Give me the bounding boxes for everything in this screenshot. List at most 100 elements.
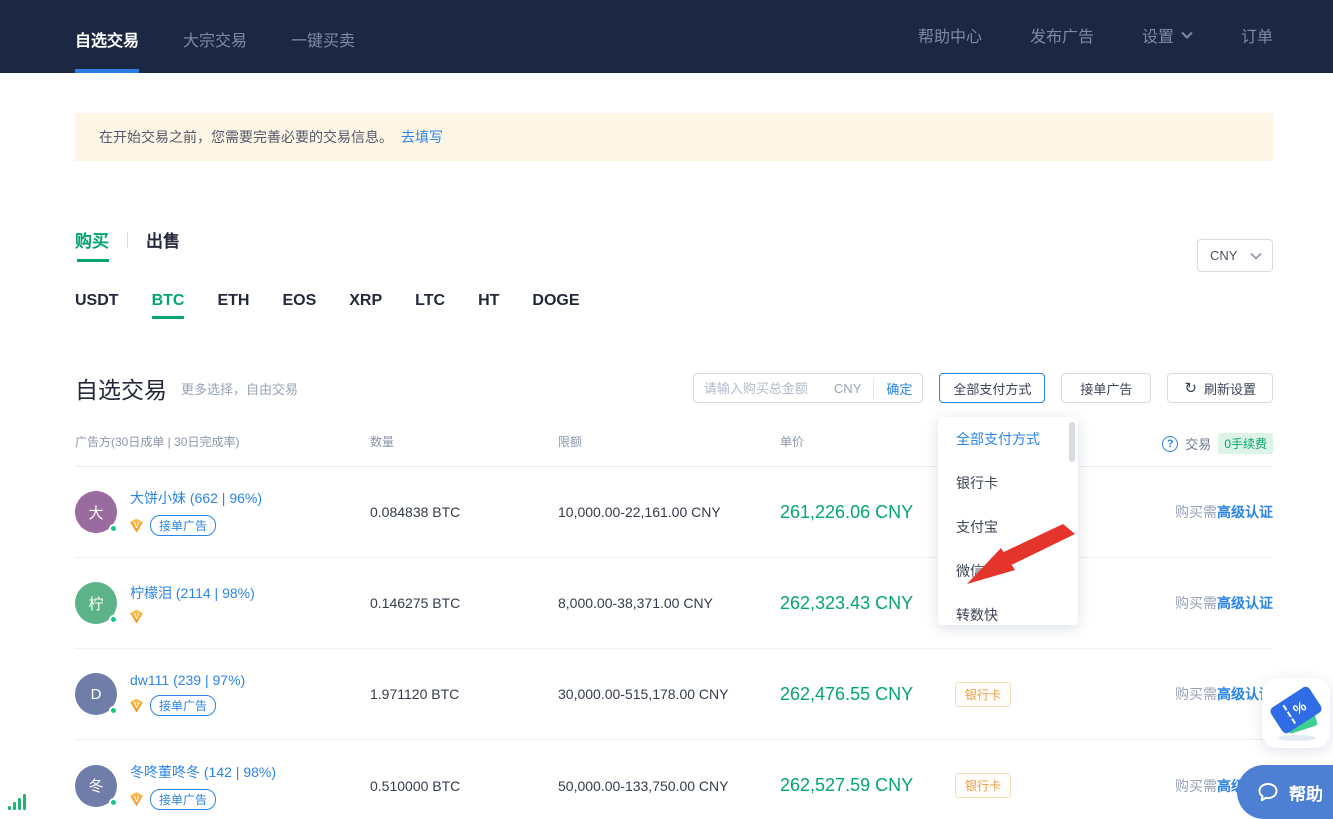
online-dot: [109, 706, 118, 715]
col-price: 单价: [780, 435, 805, 449]
nav-links: 帮助中心 发布广告 设置 订单: [918, 23, 1273, 73]
limit-cell: 30,000.00-515,178.00 CNY: [558, 686, 729, 702]
trade-type-row: 购买 出售 CNY: [75, 227, 1273, 272]
nav-link-post-ad[interactable]: 发布广告: [1030, 23, 1094, 47]
coupon-ticket-icon: %: [1268, 684, 1324, 736]
nav-tab-bulk-trade[interactable]: 大宗交易: [183, 27, 247, 73]
action-prefix: 购买需: [1175, 504, 1217, 520]
notice-banner: 在开始交易之前，您需要完善必要的交易信息。 去填写: [75, 113, 1273, 161]
accept-ad-pill[interactable]: 接单广告: [150, 695, 217, 716]
amount-input[interactable]: [703, 380, 832, 396]
verified-icon: V: [130, 518, 143, 533]
nav-tab-quick-trade[interactable]: 一键买卖: [291, 27, 355, 73]
dropdown-option-all[interactable]: 全部支付方式: [938, 417, 1078, 461]
nav-tabs: 自选交易 大宗交易 一键买卖: [75, 0, 355, 73]
settings-label: 设置: [1141, 29, 1174, 46]
coin-tab-eos[interactable]: EOS: [282, 292, 316, 319]
coin-tab-ht[interactable]: HT: [478, 292, 499, 319]
coin-tab-usdt[interactable]: USDT: [75, 292, 119, 319]
dropdown-option-fps[interactable]: 转数快: [938, 593, 1078, 625]
avatar[interactable]: 柠: [75, 582, 118, 624]
advertiser-name-link[interactable]: dw111 (239 | 97%): [130, 672, 245, 688]
divider: [127, 231, 128, 248]
accept-ad-pill[interactable]: 接单广告: [150, 788, 217, 810]
advanced-verification-link[interactable]: 高级认证: [1217, 504, 1273, 520]
verified-icon: V: [130, 792, 143, 806]
nav-link-orders[interactable]: 订单: [1241, 23, 1273, 47]
price-cell: 261,226.06 CNY: [780, 501, 914, 522]
price-cell: 262,323.43 CNY: [780, 592, 914, 613]
col-trade: 交易: [1185, 437, 1212, 452]
currency-value: CNY: [1210, 248, 1238, 263]
amount-cell: 1.971120 BTC: [370, 686, 460, 702]
table-row: 柠 柠檬泪 (2114 | 98%) V 0.146275 BTC 8,000.…: [75, 558, 1273, 649]
zero-fee-badge: 0手续费: [1218, 433, 1273, 454]
confirm-button[interactable]: 确定: [873, 378, 912, 398]
coin-tabs: USDT BTC ETH EOS XRP LTC HT DOGE: [75, 292, 1273, 319]
limit-cell: 50,000.00-133,750.00 CNY: [558, 777, 729, 794]
percent-symbol: %: [1289, 697, 1310, 718]
coin-tab-ltc[interactable]: LTC: [415, 292, 445, 319]
filter-bar: CNY 确定 全部支付方式 接单广告 ↻ 刷新设置: [692, 373, 1273, 403]
dropdown-option-alipay[interactable]: 支付宝: [938, 505, 1078, 549]
top-nav: 自选交易 大宗交易 一键买卖 帮助中心 发布广告 设置 订单: [0, 0, 1333, 73]
tab-sell[interactable]: 出售: [146, 227, 180, 262]
help-chat-button[interactable]: 帮助: [1237, 765, 1333, 819]
coupon-shadow: [1278, 735, 1316, 741]
coin-tab-doge[interactable]: DOGE: [532, 292, 579, 319]
payment-method-dropdown: 全部支付方式 银行卡 支付宝 微信 转数快: [938, 417, 1078, 625]
currency-select[interactable]: CNY: [1197, 239, 1273, 272]
verified-icon: V: [130, 609, 143, 624]
page-title: 自选交易: [75, 377, 167, 403]
advertiser-name-link[interactable]: 冬咚董咚冬 (142 | 98%): [130, 762, 276, 782]
avatar[interactable]: 大: [75, 491, 118, 533]
nav-tab-optional-trade[interactable]: 自选交易: [75, 27, 140, 73]
table-row: 大 大饼小妹 (662 | 96%) V 接单广告 0.084838 BTC 1…: [75, 467, 1273, 558]
col-advertiser: 广告方(30日成单 | 30日完成率): [75, 435, 240, 449]
accept-ad-pill[interactable]: 接单广告: [150, 515, 217, 536]
dropdown-scrollbar[interactable]: [1069, 422, 1075, 462]
coin-tab-xrp[interactable]: XRP: [349, 292, 382, 319]
advertiser-name-link[interactable]: 大饼小妹 (662 | 96%): [130, 488, 262, 508]
refresh-icon: ↻: [1184, 379, 1197, 397]
coin-tab-eth[interactable]: ETH: [217, 292, 249, 319]
chevron-down-icon: [1250, 252, 1262, 260]
action-cell: 购买需高级认证: [1175, 502, 1273, 522]
amount-search-group: CNY 确定: [692, 373, 924, 403]
online-dot: [109, 615, 118, 624]
avatar[interactable]: D: [75, 673, 118, 715]
nav-link-help-center[interactable]: 帮助中心: [918, 23, 982, 47]
nav-link-settings[interactable]: 设置: [1142, 23, 1193, 47]
avatar-initial: 冬: [88, 778, 104, 795]
tab-buy[interactable]: 购买: [75, 227, 109, 262]
table-header: 广告方(30日成单 | 30日完成率) 数量 限额 单价 ? 交易 0手续费: [75, 433, 1273, 467]
section-header: 自选交易 更多选择，自由交易 CNY 确定 全部支付方式 接单广告 ↻ 刷新设置: [75, 371, 1273, 405]
price-cell: 262,527.59 CNY: [780, 775, 914, 795]
action-cell: 购买需高级认证: [1175, 684, 1273, 704]
amount-cell: 0.084838 BTC: [370, 504, 461, 520]
advanced-verification-link[interactable]: 高级认证: [1217, 595, 1273, 611]
page-subtitle: 更多选择，自由交易: [181, 381, 299, 397]
action-prefix: 购买需: [1175, 686, 1217, 702]
question-icon[interactable]: ?: [1162, 435, 1179, 452]
payment-filter-button[interactable]: 全部支付方式: [939, 373, 1046, 403]
refresh-settings-button[interactable]: ↻ 刷新设置: [1167, 373, 1273, 403]
dropdown-option-wechat[interactable]: 微信: [938, 549, 1078, 593]
notice-text: 在开始交易之前，您需要完善必要的交易信息。: [99, 129, 393, 145]
table-row: 冬 冬咚董咚冬 (142 | 98%) V 接单广告 0.510000 BTC …: [75, 740, 1273, 819]
limit-cell: 10,000.00-22,161.00 CNY: [558, 504, 721, 520]
avatar[interactable]: 冬: [75, 764, 118, 807]
chat-bubble-icon: [1258, 783, 1278, 802]
advertiser-name-link[interactable]: 柠檬泪 (2114 | 98%): [130, 583, 255, 603]
limit-cell: 8,000.00-38,371.00 CNY: [558, 595, 713, 611]
refresh-label: 刷新设置: [1203, 381, 1256, 397]
action-prefix: 购买需: [1175, 777, 1217, 794]
chevron-down-icon: [1181, 31, 1193, 39]
fill-info-link[interactable]: 去填写: [401, 127, 443, 147]
dropdown-option-bank-card[interactable]: 银行卡: [938, 461, 1078, 505]
coupon-widget[interactable]: %: [1262, 678, 1330, 748]
verified-icon: V: [130, 698, 143, 713]
avatar-initial: D: [90, 685, 102, 703]
coin-tab-btc[interactable]: BTC: [151, 292, 184, 319]
accept-ads-button[interactable]: 接单广告: [1061, 373, 1152, 403]
